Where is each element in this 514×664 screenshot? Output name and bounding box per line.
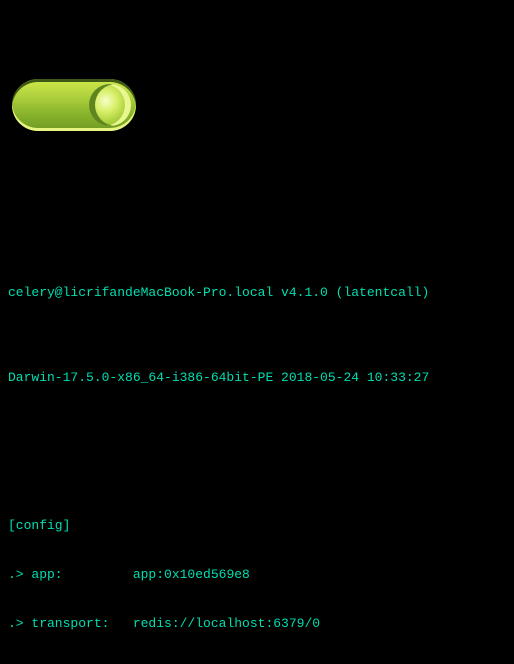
config-value: redis://localhost:6379/0: [133, 616, 320, 631]
config-value: app:0x10ed569e8: [133, 567, 250, 582]
config-section-title: [config]: [8, 518, 506, 534]
celery-host-line: celery@licrifandeMacBook-Pro.local v4.1.…: [8, 285, 506, 301]
config-label: .> transport:: [8, 616, 133, 631]
config-row: .> transport: redis://localhost:6379/0: [8, 616, 506, 632]
terminal-output: celery@licrifandeMacBook-Pro.local v4.1.…: [0, 0, 514, 664]
config-row: .> app: app:0x10ed569e8: [8, 567, 506, 583]
config-label: .> app:: [8, 567, 133, 582]
platform-line: Darwin-17.5.0-x86_64-i386-64bit-PE 2018-…: [8, 370, 506, 386]
celery-logo: [12, 79, 136, 131]
